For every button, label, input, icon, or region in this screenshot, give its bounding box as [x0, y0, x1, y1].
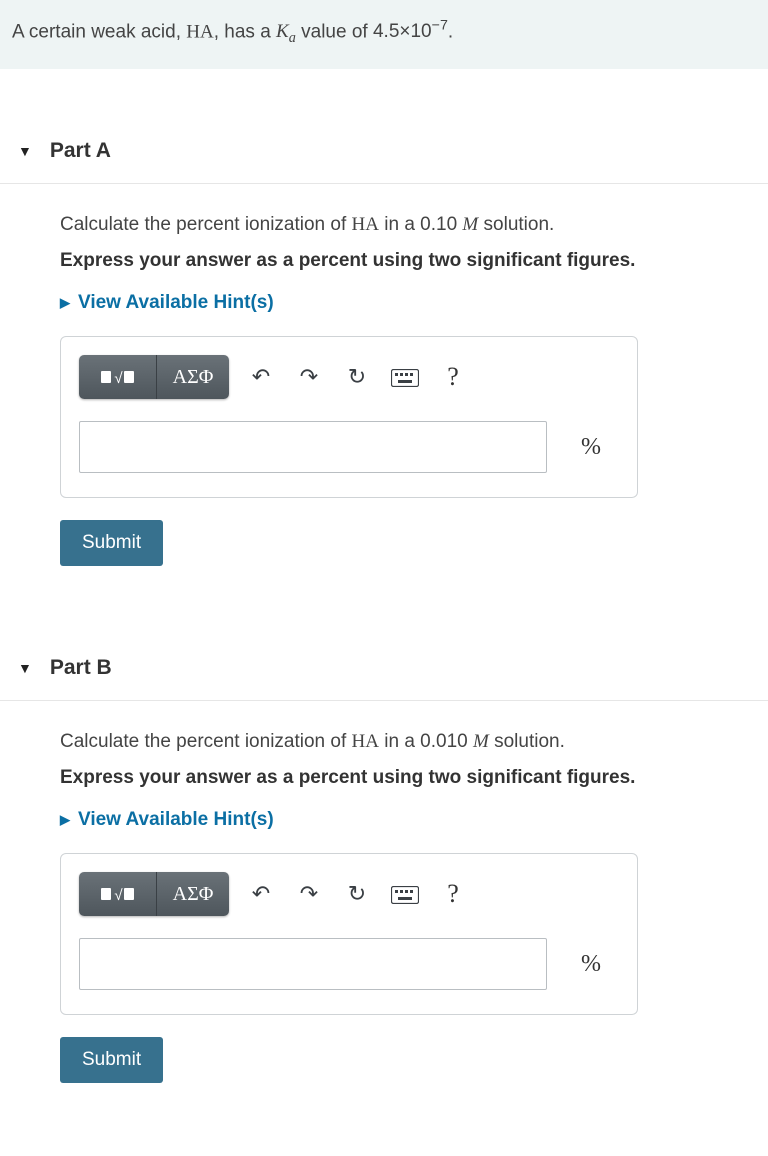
reset-button[interactable]: ↻ — [333, 364, 381, 390]
view-hints-button[interactable]: ▶ View Available Hint(s) — [60, 292, 274, 314]
intro-text: value of — [296, 21, 373, 42]
answer-input[interactable] — [79, 421, 547, 473]
ka-symbol: Ka — [276, 21, 296, 42]
chevron-right-icon: ▶ — [60, 295, 70, 311]
templates-button[interactable]: √ — [79, 872, 157, 916]
greek-letters-button[interactable]: ΑΣΦ — [157, 355, 229, 399]
answer-input[interactable] — [79, 938, 547, 990]
keyboard-button[interactable] — [381, 364, 429, 390]
template-icon: √ — [100, 369, 134, 386]
part-title: Part B — [50, 656, 112, 680]
submit-button[interactable]: Submit — [60, 520, 163, 566]
help-button[interactable]: ? — [429, 362, 477, 392]
answer-box: √ ΑΣΦ ↶ ↷ ↻ ? % — [60, 853, 638, 1015]
answer-unit: % — [563, 421, 619, 473]
undo-button[interactable]: ↶ — [237, 881, 285, 907]
intro-text: . — [448, 21, 453, 42]
templates-button[interactable]: √ — [79, 355, 157, 399]
keyboard-icon — [391, 369, 419, 387]
ka-value: 4.5×10−7 — [373, 21, 448, 42]
undo-button[interactable]: ↶ — [237, 364, 285, 390]
question-text: Calculate the percent ionization of HA i… — [60, 731, 756, 753]
part-body: Calculate the percent ionization of HA i… — [0, 701, 768, 1103]
keyboard-icon — [391, 886, 419, 904]
answer-box: √ ΑΣΦ ↶ ↷ ↻ ? % — [60, 336, 638, 498]
hints-label: View Available Hint(s) — [78, 292, 274, 314]
acid-symbol: HA — [186, 21, 213, 42]
submit-button[interactable]: Submit — [60, 1037, 163, 1083]
template-icon: √ — [100, 886, 134, 903]
intro-text: , has a — [214, 21, 276, 42]
formatting-group: √ ΑΣΦ — [79, 355, 229, 399]
equation-toolbar: √ ΑΣΦ ↶ ↷ ↻ ? — [79, 872, 619, 938]
chevron-right-icon: ▶ — [60, 812, 70, 828]
help-button[interactable]: ? — [429, 879, 477, 909]
redo-button[interactable]: ↷ — [285, 881, 333, 907]
part-title: Part A — [50, 139, 111, 163]
answer-instruction: Express your answer as a percent using t… — [60, 250, 756, 272]
problem-intro: A certain weak acid, HA, has a Ka value … — [0, 0, 768, 69]
equation-toolbar: √ ΑΣΦ ↶ ↷ ↻ ? — [79, 355, 619, 421]
question-text: Calculate the percent ionization of HA i… — [60, 214, 756, 236]
part-header[interactable]: ▼ Part A — [0, 105, 768, 184]
intro-text: A certain weak acid, — [12, 21, 186, 42]
redo-button[interactable]: ↷ — [285, 364, 333, 390]
chevron-down-icon: ▼ — [18, 143, 32, 159]
part-body: Calculate the percent ionization of HA i… — [0, 184, 768, 586]
reset-button[interactable]: ↻ — [333, 881, 381, 907]
answer-instruction: Express your answer as a percent using t… — [60, 767, 756, 789]
part-header[interactable]: ▼ Part B — [0, 622, 768, 701]
keyboard-button[interactable] — [381, 881, 429, 907]
view-hints-button[interactable]: ▶ View Available Hint(s) — [60, 809, 274, 831]
greek-letters-button[interactable]: ΑΣΦ — [157, 872, 229, 916]
hints-label: View Available Hint(s) — [78, 809, 274, 831]
answer-unit: % — [563, 938, 619, 990]
formatting-group: √ ΑΣΦ — [79, 872, 229, 916]
chevron-down-icon: ▼ — [18, 660, 32, 676]
